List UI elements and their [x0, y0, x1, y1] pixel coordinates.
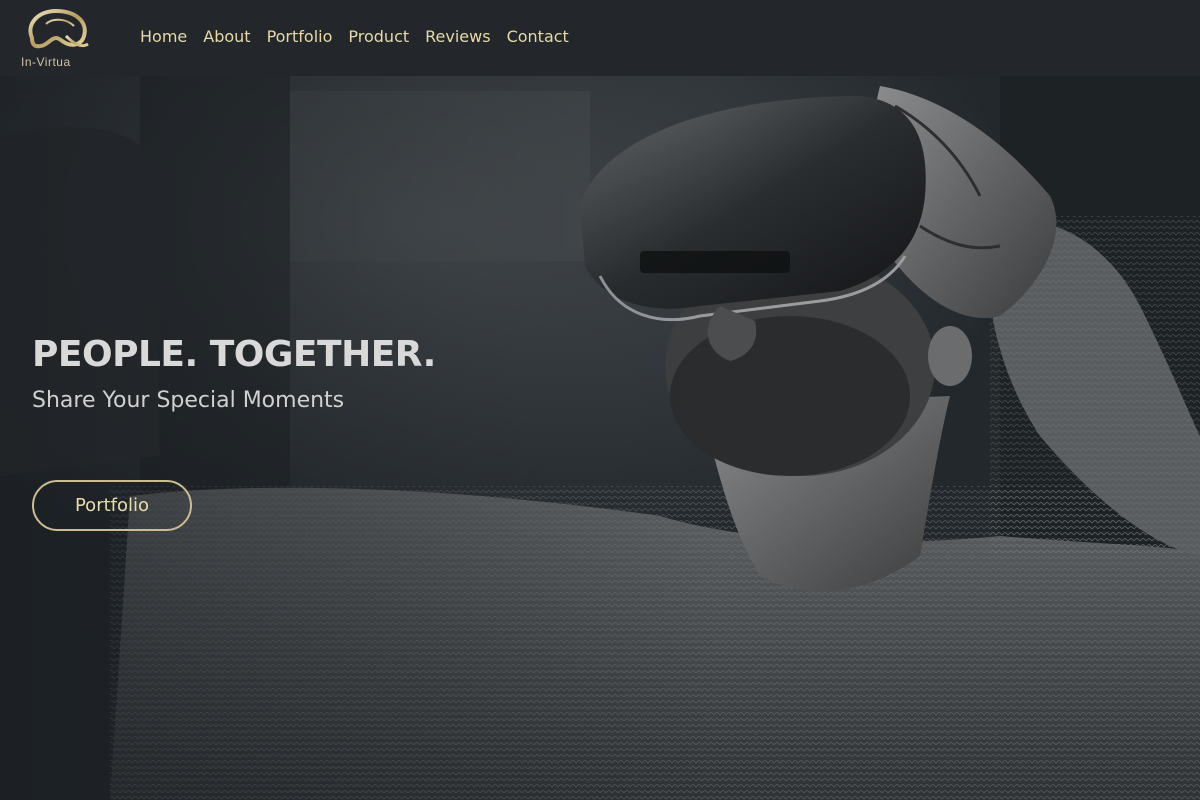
nav-item-reviews[interactable]: Reviews	[425, 26, 490, 48]
main-nav: Home About Portfolio Product Reviews Con…	[140, 26, 569, 48]
hero-section: PEOPLE. TOGETHER. Share Your Special Mom…	[0, 76, 1200, 800]
brand-name: In-Virtua	[21, 55, 71, 69]
nav-item-home[interactable]: Home	[140, 26, 187, 48]
vr-headset-logo-icon	[28, 8, 89, 49]
hero-subheadline: Share Your Special Moments	[32, 388, 345, 413]
nav-item-portfolio[interactable]: Portfolio	[267, 26, 333, 48]
portfolio-button[interactable]: Portfolio	[32, 480, 192, 531]
nav-item-about[interactable]: About	[203, 26, 250, 48]
hero-overlay	[0, 76, 1200, 800]
brand-logo[interactable]: In-Virtua	[18, 8, 96, 70]
site-header: In-Virtua Home About Portfolio Product R…	[0, 0, 1200, 76]
hero-headline: PEOPLE. TOGETHER.	[32, 334, 436, 375]
nav-item-contact[interactable]: Contact	[507, 26, 569, 48]
nav-item-product[interactable]: Product	[348, 26, 409, 48]
